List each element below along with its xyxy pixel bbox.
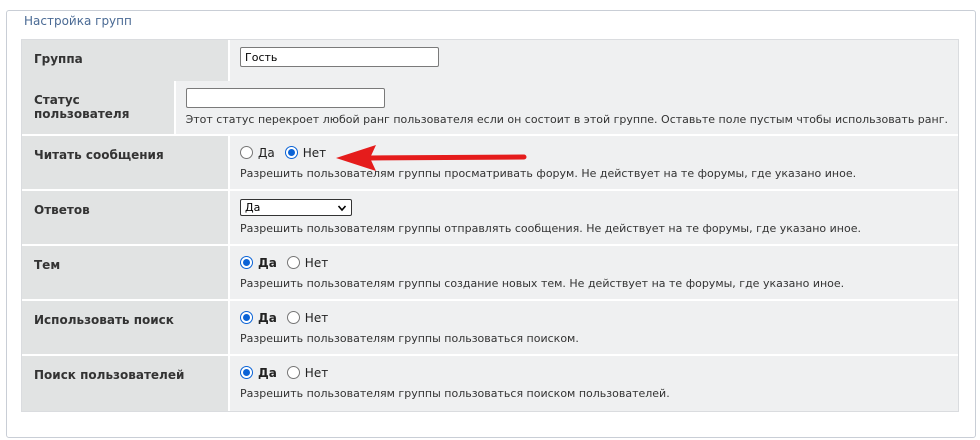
radio-label: Нет xyxy=(304,310,329,325)
row-value: Да Нет Разрешить пользователям группы по… xyxy=(230,301,958,354)
radio-read-no[interactable]: Нет xyxy=(284,145,327,160)
row-hint: Разрешить пользователям группы пользоват… xyxy=(240,332,579,345)
radio-user-search-no[interactable]: Нет xyxy=(286,365,329,380)
select-line: Да xyxy=(240,198,948,217)
radio-unchecked-icon[interactable] xyxy=(240,146,253,159)
radio-group: Да Нет xyxy=(240,308,948,327)
select-value: Да xyxy=(245,201,261,214)
settings-table: Группа Статус пользователя Этот статус п… xyxy=(21,39,959,412)
fieldset-legend: Настройка групп xyxy=(20,13,136,29)
row-replies: Ответов Да Разрешить пользователям групп… xyxy=(22,191,958,246)
replies-select[interactable]: Да xyxy=(240,199,352,216)
row-value: Да Разрешить пользователям группы отправ… xyxy=(230,191,958,244)
row-label: Поиск пользователей xyxy=(22,356,230,411)
row-label: Читать сообщения xyxy=(22,136,230,189)
radio-label: Нет xyxy=(304,255,329,270)
row-label: Статус пользователя xyxy=(22,81,176,134)
row-hint: Разрешить пользователям группы создание … xyxy=(240,277,845,290)
radio-unchecked-icon[interactable] xyxy=(286,366,300,379)
radio-label: Нет xyxy=(304,365,329,380)
row-label: Группа xyxy=(22,40,230,81)
radio-group: Да Нет xyxy=(240,253,948,272)
group-name-input[interactable] xyxy=(240,47,439,67)
radio-label: Да xyxy=(258,145,275,160)
radio-user-search-yes[interactable]: Да xyxy=(240,366,277,380)
radio-search-no[interactable]: Нет xyxy=(286,310,329,325)
radio-checked-icon[interactable] xyxy=(240,311,253,324)
row-hint: Этот статус перекроет любой ранг пользов… xyxy=(185,113,948,126)
row-value: Этот статус перекроет любой ранг пользов… xyxy=(175,81,958,134)
radio-label: Да xyxy=(258,365,277,380)
radio-checked-icon[interactable] xyxy=(240,256,253,269)
radio-read-yes[interactable]: Да xyxy=(240,146,275,160)
row-label: Тем xyxy=(22,246,230,299)
radio-checked-icon[interactable] xyxy=(240,366,253,379)
radio-topics-no[interactable]: Нет xyxy=(286,255,329,270)
row-value xyxy=(230,40,958,81)
radio-group: Да Нет xyxy=(240,363,948,382)
radio-topics-yes[interactable]: Да xyxy=(240,256,277,270)
radio-search-yes[interactable]: Да xyxy=(240,311,277,325)
row-group: Группа xyxy=(22,40,958,81)
chevron-down-icon xyxy=(337,204,347,211)
red-arrow-icon xyxy=(336,145,527,171)
row-value: Да Нет Разрешить пользователям группы по… xyxy=(230,356,958,411)
row-use-search: Использовать поиск Да Нет Разрешить поль… xyxy=(22,301,958,356)
radio-unchecked-icon[interactable] xyxy=(286,311,300,324)
user-status-input[interactable] xyxy=(185,88,385,108)
row-user-search: Поиск пользователей Да Нет Разрешить пол… xyxy=(22,356,958,411)
row-hint: Разрешить пользователям группы пользоват… xyxy=(240,387,670,400)
row-user-status: Статус пользователя Этот статус перекрое… xyxy=(22,81,958,136)
radio-unchecked-icon[interactable] xyxy=(286,256,300,269)
radio-label: Нет xyxy=(302,145,327,160)
row-value: Да Нет Разрешить пользователям группы со… xyxy=(230,246,958,299)
row-hint: Разрешить пользователям группы отправлят… xyxy=(240,222,861,235)
radio-checked-icon[interactable] xyxy=(284,146,298,159)
radio-label: Да xyxy=(258,310,277,325)
row-label: Использовать поиск xyxy=(22,301,230,354)
row-topics: Тем Да Нет Разрешить пользователям групп… xyxy=(22,246,958,301)
row-label: Ответов xyxy=(22,191,230,244)
radio-label: Да xyxy=(258,255,277,270)
